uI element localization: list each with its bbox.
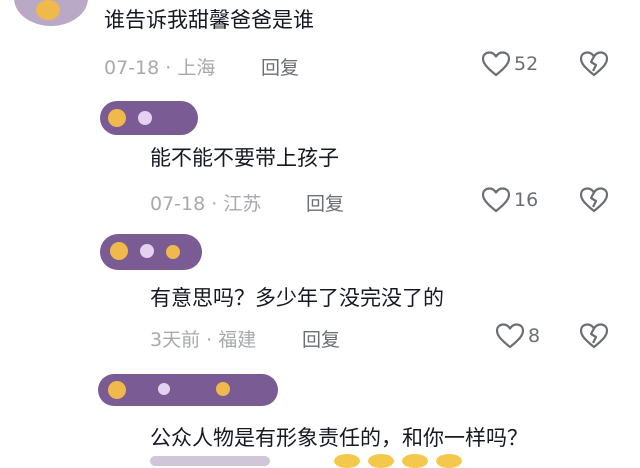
avatar-decoration xyxy=(140,244,154,258)
comment-date: 3天前 xyxy=(150,329,201,351)
emoji-icon xyxy=(334,454,360,468)
comment-location: 江苏 xyxy=(223,193,262,215)
emoji-icon xyxy=(402,454,428,468)
avatar[interactable] xyxy=(100,101,198,135)
comment-meta: 07-18 · 上海 xyxy=(104,53,215,80)
heart-icon[interactable] xyxy=(482,187,510,213)
avatar[interactable] xyxy=(98,374,278,406)
broken-heart-icon[interactable] xyxy=(580,51,608,77)
comment-date: 07-18 xyxy=(150,193,206,215)
emoji-icon xyxy=(368,454,394,468)
obscured-text xyxy=(150,456,270,466)
avatar-decoration xyxy=(216,382,230,396)
heart-icon[interactable] xyxy=(496,323,524,349)
comment-location: 福建 xyxy=(218,329,257,351)
reply-button[interactable]: 回复 xyxy=(261,53,299,80)
avatar-decoration xyxy=(138,111,152,125)
avatar-decoration xyxy=(110,242,128,260)
heart-icon[interactable] xyxy=(482,51,510,77)
meta-separator: · xyxy=(211,193,218,215)
reply-button[interactable]: 回复 xyxy=(302,325,340,352)
comment-text: 谁告诉我甜馨爸爸是谁 xyxy=(104,8,314,32)
comment-location: 上海 xyxy=(177,57,216,79)
meta-separator: · xyxy=(206,329,213,351)
like-count: 16 xyxy=(514,189,539,211)
meta-separator: · xyxy=(165,57,172,79)
avatar-decoration xyxy=(36,0,60,20)
avatar-decoration xyxy=(166,245,180,259)
avatar-decoration xyxy=(108,109,126,127)
avatar-decoration xyxy=(158,383,170,395)
emoji-icon xyxy=(436,454,462,468)
comment-text: 公众人物是有形象责任的，和你一样吗？ xyxy=(150,426,528,450)
comment-text: 能不能不要带上孩子 xyxy=(150,146,339,170)
broken-heart-icon[interactable] xyxy=(580,323,608,349)
reply-button[interactable]: 回复 xyxy=(306,189,344,216)
like-count: 52 xyxy=(514,53,539,75)
avatar-decoration xyxy=(108,381,126,399)
comment-meta: 3天前 · 福建 xyxy=(150,325,256,352)
broken-heart-icon[interactable] xyxy=(580,187,608,213)
comment-text: 有意思吗？多少年了没完没了的 xyxy=(150,286,444,310)
avatar[interactable] xyxy=(14,0,88,26)
comment-date: 07-18 xyxy=(104,57,160,79)
like-count: 8 xyxy=(528,325,541,347)
avatar[interactable] xyxy=(100,234,202,270)
comment-meta: 07-18 · 江苏 xyxy=(150,189,261,216)
